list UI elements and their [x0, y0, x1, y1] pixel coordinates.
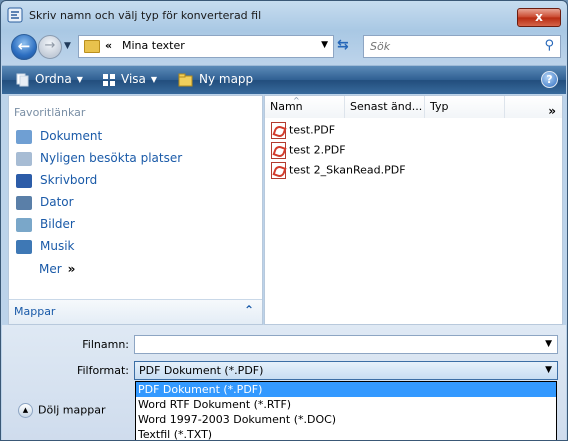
- documents-icon: [16, 129, 32, 144]
- column-header-label: Typ: [430, 100, 449, 113]
- navigation-pane: Favoritlänkar Dokument Nyligen besökta p…: [8, 95, 263, 325]
- format-options-list: PDF Dokument (*.PDF) Word RTF Dokument (…: [135, 381, 557, 440]
- hide-folders-label: Dölj mappar: [38, 403, 106, 417]
- nav-item-desktop[interactable]: Skrivbord: [16, 173, 97, 191]
- pdf-file-icon: [271, 162, 286, 179]
- folders-toggle[interactable]: Mappar ⌃: [9, 299, 262, 324]
- column-header-label: Senast änd...: [350, 100, 423, 113]
- format-option-rtf[interactable]: Word RTF Dokument (*.RTF): [136, 397, 556, 412]
- organize-button[interactable]: Ordna ▼: [16, 72, 83, 87]
- double-chevron-icon: »: [67, 262, 76, 276]
- app-icon: [7, 7, 23, 23]
- save-dialog: Skriv namn och välj typ för konverterad …: [0, 0, 568, 441]
- nav-more-button[interactable]: Mer »: [39, 262, 75, 276]
- new-folder-button[interactable]: Ny mapp: [178, 72, 253, 87]
- forward-button[interactable]: →: [38, 35, 62, 59]
- chevron-up-icon[interactable]: ⌃: [244, 303, 254, 317]
- desktop-icon: [16, 173, 32, 188]
- format-select[interactable]: PDF Dokument (*.PDF) ▼: [134, 361, 558, 380]
- history-dropdown-icon[interactable]: ▼: [64, 41, 71, 51]
- address-bar-row: ← → ▼ « Mina texter ▼ ⇆ ⚲: [1, 31, 567, 61]
- search-input[interactable]: [368, 38, 540, 55]
- help-icon[interactable]: ?: [541, 71, 558, 88]
- nav-item-label: Dokument: [40, 129, 103, 143]
- folders-label: Mappar: [14, 305, 56, 318]
- nav-item-music[interactable]: Musik: [16, 239, 75, 257]
- format-option-txt[interactable]: Textfil (*.TXT): [136, 427, 556, 440]
- chevron-up-icon: ▲: [18, 403, 33, 418]
- nav-item-label: Nyligen besökta platser: [40, 151, 183, 165]
- search-icon[interactable]: ⚲: [544, 38, 554, 53]
- view-icon: [103, 73, 115, 86]
- filename-field[interactable]: ▼: [134, 335, 558, 354]
- search-box[interactable]: ⚲: [363, 35, 561, 58]
- back-button[interactable]: ←: [11, 34, 37, 60]
- file-name: test 2.PDF: [289, 143, 346, 157]
- nav-item-label: Skrivbord: [40, 173, 98, 187]
- new-folder-label: Ny mapp: [199, 72, 254, 86]
- pdf-file-icon: [271, 142, 286, 159]
- format-value: PDF Dokument (*.PDF): [139, 364, 264, 377]
- format-dropdown-icon[interactable]: ▼: [545, 365, 552, 375]
- favorites-header: Favoritlänkar: [14, 106, 86, 119]
- music-icon: [16, 239, 32, 254]
- format-option-pdf[interactable]: PDF Dokument (*.PDF): [136, 382, 556, 397]
- new-folder-icon: [178, 73, 193, 86]
- folder-icon: [84, 40, 100, 53]
- file-name: test.PDF: [289, 123, 336, 137]
- list-item[interactable]: test.PDF: [271, 122, 335, 140]
- nav-item-pictures[interactable]: Bilder: [16, 217, 75, 235]
- view-button[interactable]: Visa ▼: [102, 72, 157, 87]
- refresh-icon[interactable]: ⇆: [337, 37, 349, 53]
- view-label: Visa: [121, 72, 146, 86]
- pictures-icon: [16, 217, 32, 232]
- pdf-file-icon: [271, 122, 286, 139]
- window-title: Skriv namn och välj typ för konverterad …: [29, 9, 262, 22]
- address-dropdown-icon[interactable]: ▼: [321, 40, 328, 50]
- nav-item-label: Bilder: [40, 217, 75, 231]
- breadcrumb-location[interactable]: Mina texter: [122, 39, 185, 52]
- address-field[interactable]: « Mina texter ▼: [78, 35, 334, 58]
- column-header-name[interactable]: ^ Namn: [265, 96, 345, 118]
- command-toolbar: Ordna ▼ Visa ▼ Ny mapp ?: [2, 65, 566, 94]
- title-bar: Skriv namn och välj typ för konverterad …: [1, 1, 567, 29]
- file-name: test 2_SkanRead.PDF: [289, 163, 406, 177]
- close-button[interactable]: x: [517, 8, 561, 27]
- nav-item-documents[interactable]: Dokument: [16, 129, 102, 147]
- organize-label: Ordna: [35, 72, 72, 86]
- column-header-modified[interactable]: Senast änd...: [345, 96, 425, 118]
- computer-icon: [16, 195, 32, 210]
- nav-item-label: Dator: [40, 195, 74, 209]
- nav-item-recent-places[interactable]: Nyligen besökta platser: [16, 151, 182, 169]
- nav-more-label: Mer: [39, 262, 62, 276]
- list-item[interactable]: test 2.PDF: [271, 142, 346, 160]
- hide-folders-button[interactable]: ▲ Dölj mappar: [18, 403, 106, 418]
- format-option-doc[interactable]: Word 1997-2003 Dokument (*.DOC): [136, 412, 556, 427]
- filename-label: Filnamn:: [82, 338, 129, 351]
- filename-dropdown-icon[interactable]: ▼: [545, 339, 552, 349]
- organize-dropdown-icon: ▼: [76, 75, 83, 84]
- sort-ascending-icon: ^: [293, 96, 300, 105]
- format-label: Filformat:: [76, 364, 129, 377]
- organize-icon: [16, 73, 29, 86]
- column-header-type[interactable]: Typ: [425, 96, 505, 118]
- nav-item-label: Musik: [40, 239, 75, 253]
- list-item[interactable]: test 2_SkanRead.PDF: [271, 162, 406, 180]
- recent-places-icon: [16, 151, 32, 166]
- view-dropdown-icon: ▼: [150, 75, 158, 84]
- more-columns-icon[interactable]: »: [548, 100, 556, 118]
- nav-item-computer[interactable]: Dator: [16, 195, 74, 213]
- breadcrumb-overflow[interactable]: «: [105, 39, 112, 52]
- column-header-overflow[interactable]: »: [505, 96, 562, 118]
- file-list-pane: ^ Namn Senast änd... Typ » test.PDF test …: [264, 95, 563, 325]
